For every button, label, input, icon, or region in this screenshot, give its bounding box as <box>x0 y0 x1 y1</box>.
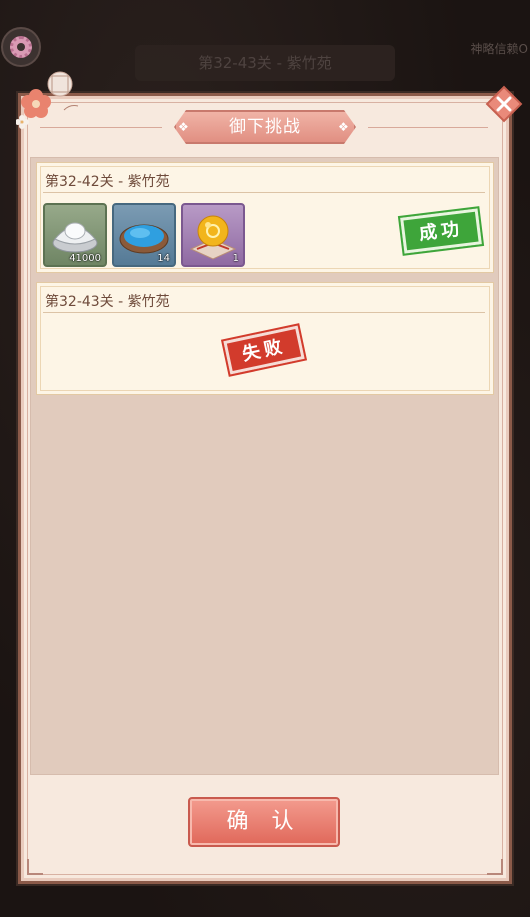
title-divider-right <box>368 127 488 128</box>
corner-ornament <box>27 859 43 875</box>
confirm-button[interactable]: 确 认 <box>188 797 340 847</box>
reward-item-silver[interactable]: 41000 <box>43 203 107 267</box>
reward-item-pigment[interactable]: 14 <box>112 203 176 267</box>
plum-blossom-icon <box>16 71 79 129</box>
corner-ornament <box>487 859 503 875</box>
title-divider-left <box>40 127 162 128</box>
reward-count: 14 <box>157 253 170 264</box>
dialog-title: 御下挑战 <box>229 117 301 137</box>
reward-count: 1 <box>232 253 239 264</box>
dialog-title-banner: ❖ ❖ 御下挑战 <box>160 110 370 144</box>
settings-gear-icon[interactable] <box>1 27 41 67</box>
close-icon[interactable] <box>484 84 524 124</box>
reward-item-golden-ball[interactable]: 1 <box>181 203 245 267</box>
background-header-title: 第32-43关 - 紫竹苑 <box>198 54 332 72</box>
stage-title: 第32-43关 - 紫竹苑 <box>45 294 170 310</box>
reward-count: 41000 <box>69 253 101 264</box>
stage-title: 第32-42关 - 紫竹苑 <box>45 174 170 190</box>
background-right-text: 神略信赖O <box>470 42 528 56</box>
